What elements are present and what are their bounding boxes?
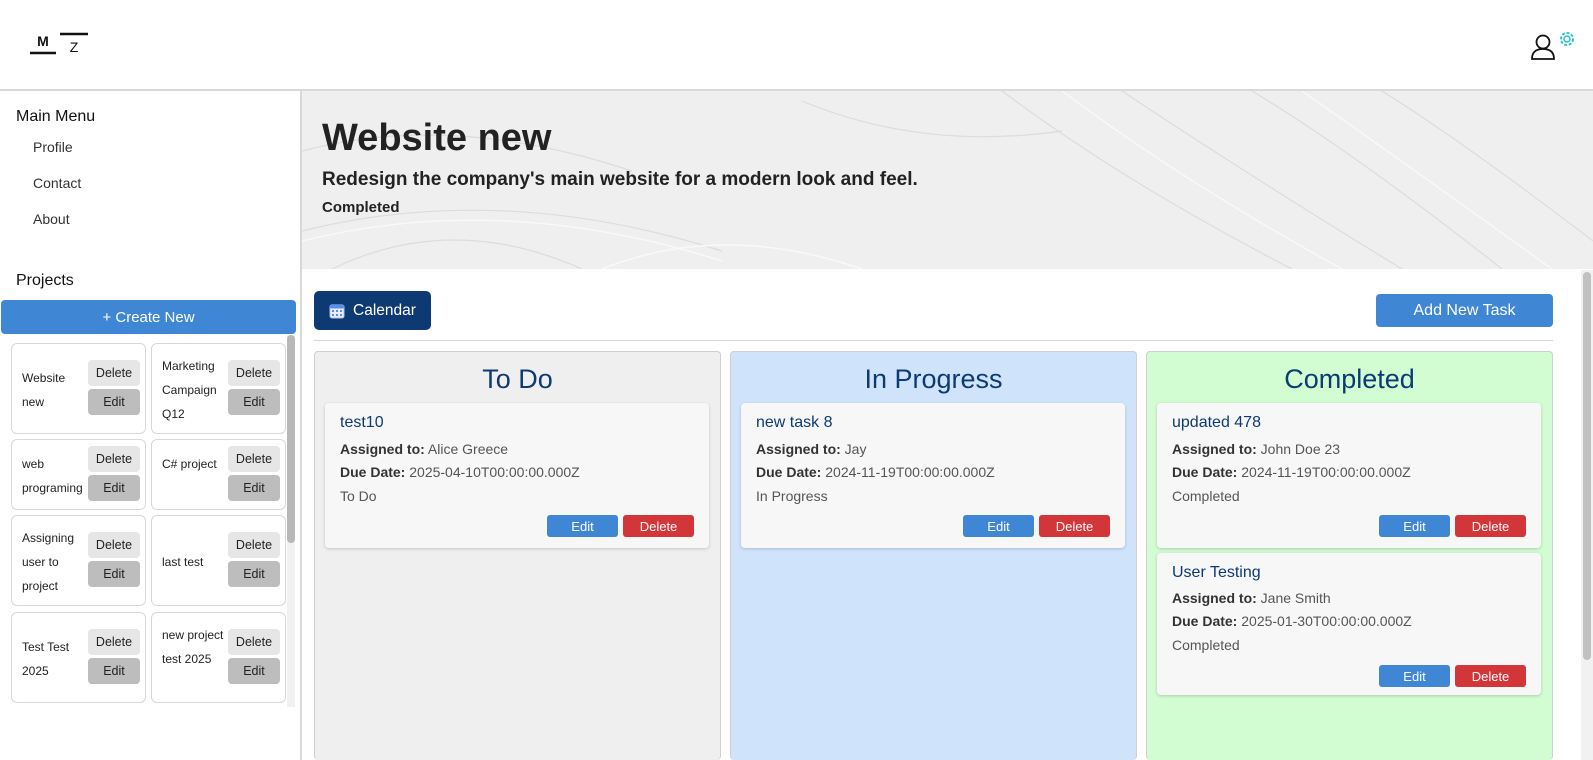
- project-name[interactable]: last test: [162, 550, 226, 574]
- task-card[interactable]: new task 8 Assigned to: Jay Due Date: 20…: [741, 403, 1125, 548]
- sidebar-scroll-thumb[interactable]: [287, 335, 295, 543]
- main-scroll-thumb[interactable]: [1583, 272, 1591, 660]
- delete-project-button[interactable]: Delete: [88, 360, 140, 386]
- task-assigned: Assigned to: Jay: [756, 441, 867, 457]
- edit-project-button[interactable]: Edit: [88, 389, 140, 415]
- column-title: In Progress: [864, 364, 1003, 394]
- user-icon[interactable]: [1531, 34, 1555, 60]
- menu-item-contact[interactable]: Contact: [33, 175, 81, 191]
- project-description: Redesign the company's main website for …: [322, 169, 918, 190]
- edit-task-button[interactable]: Edit: [963, 515, 1034, 537]
- edit-task-button[interactable]: Edit: [1379, 665, 1450, 687]
- project-card[interactable]: Test Test 2025 Delete Edit: [11, 612, 146, 703]
- svg-text:Z: Z: [70, 39, 79, 55]
- task-status: To Do: [340, 488, 377, 504]
- delete-project-button[interactable]: Delete: [228, 629, 280, 655]
- task-status: In Progress: [756, 488, 828, 504]
- edit-project-button[interactable]: Edit: [88, 658, 140, 684]
- delete-project-button[interactable]: Delete: [228, 360, 280, 386]
- project-card[interactable]: Website new Delete Edit: [11, 343, 146, 434]
- main-menu-title: Main Menu: [16, 108, 96, 125]
- delete-task-button[interactable]: Delete: [1455, 665, 1526, 687]
- delete-project-button[interactable]: Delete: [88, 446, 140, 472]
- task-card[interactable]: updated 478 Assigned to: John Doe 23 Due…: [1157, 403, 1541, 548]
- task-card[interactable]: User Testing Assigned to: Jane Smith Due…: [1157, 553, 1541, 695]
- project-card[interactable]: web programing Delete Edit: [11, 439, 146, 510]
- task-assigned: Assigned to: Jane Smith: [1172, 590, 1331, 606]
- top-bar: M Z: [0, 0, 1593, 91]
- project-card[interactable]: Assigning user to project Delete Edit: [11, 515, 146, 606]
- task-due-date: Due Date: 2025-01-30T00:00:00.000Z: [1172, 613, 1412, 629]
- project-title: Website new: [322, 117, 552, 159]
- task-title[interactable]: test10: [340, 414, 384, 432]
- project-name[interactable]: Assigning user to project: [22, 526, 86, 598]
- project-card[interactable]: Marketing Campaign Q12 Delete Edit: [151, 343, 286, 434]
- delete-task-button[interactable]: Delete: [623, 515, 694, 537]
- create-project-button[interactable]: + Create New: [1, 300, 296, 334]
- task-card[interactable]: test10 Assigned to: Alice Greece Due Dat…: [325, 403, 709, 548]
- delete-project-button[interactable]: Delete: [228, 446, 280, 472]
- task-assigned: Assigned to: Alice Greece: [340, 441, 509, 457]
- project-name[interactable]: Website new: [22, 366, 86, 414]
- task-status: Completed: [1172, 488, 1240, 504]
- project-banner: Website new Redesign the company's main …: [302, 91, 1593, 269]
- edit-task-button[interactable]: Edit: [1379, 515, 1450, 537]
- task-assigned: Assigned to: John Doe 23: [1172, 441, 1341, 457]
- column-in-progress: In Progress new task 8 Assigned to: Jay …: [730, 351, 1137, 760]
- task-due-date: Due Date: 2024-11-19T00:00:00.000Z: [756, 464, 995, 480]
- edit-task-button[interactable]: Edit: [547, 515, 618, 537]
- delete-task-button[interactable]: Delete: [1455, 515, 1526, 537]
- project-name[interactable]: web programing: [22, 452, 86, 500]
- project-name[interactable]: new project test 2025: [162, 623, 226, 671]
- edit-project-button[interactable]: Edit: [228, 389, 280, 415]
- project-list: Website new Delete Edit Marketing Campai…: [0, 337, 298, 709]
- project-name[interactable]: Marketing Campaign Q12: [162, 354, 226, 426]
- edit-project-button[interactable]: Edit: [228, 475, 280, 501]
- edit-project-button[interactable]: Edit: [88, 475, 140, 501]
- svg-text:M: M: [37, 33, 49, 49]
- menu-item-about[interactable]: About: [33, 211, 70, 227]
- edit-project-button[interactable]: Edit: [88, 561, 140, 587]
- project-status: Completed: [322, 199, 400, 216]
- project-name[interactable]: Test Test 2025: [22, 635, 86, 683]
- calendar-icon: [329, 304, 345, 318]
- menu-item-profile[interactable]: Profile: [33, 139, 73, 155]
- delete-task-button[interactable]: Delete: [1039, 515, 1110, 537]
- task-title[interactable]: User Testing: [1172, 564, 1261, 582]
- toolbar-divider: [314, 340, 1553, 341]
- app-logo[interactable]: M Z: [30, 32, 90, 56]
- project-card[interactable]: C# project Delete Edit: [151, 439, 286, 510]
- gear-icon[interactable]: [1560, 32, 1574, 46]
- delete-project-button[interactable]: Delete: [88, 532, 140, 558]
- task-status: Completed: [1172, 637, 1240, 653]
- project-card[interactable]: new project test 2025 Delete Edit: [151, 612, 286, 703]
- edit-project-button[interactable]: Edit: [228, 561, 280, 587]
- column-to-do: To Do test10 Assigned to: Alice Greece D…: [314, 351, 721, 760]
- task-due-date: Due Date: 2024-11-19T00:00:00.000Z: [1172, 464, 1411, 480]
- main-scrollbar[interactable]: [1581, 270, 1593, 760]
- project-name[interactable]: C# project: [162, 452, 226, 476]
- projects-title: Projects: [16, 272, 74, 289]
- task-title[interactable]: updated 478: [1172, 414, 1261, 432]
- delete-project-button[interactable]: Delete: [88, 629, 140, 655]
- sidebar-scrollbar[interactable]: [287, 335, 295, 707]
- column-completed: Completed updated 478 Assigned to: John …: [1146, 351, 1553, 760]
- task-title[interactable]: new task 8: [756, 414, 832, 432]
- task-due-date: Due Date: 2025-04-10T00:00:00.000Z: [340, 464, 580, 480]
- project-card[interactable]: last test Delete Edit: [151, 515, 286, 606]
- user-menu[interactable]: [1527, 28, 1579, 62]
- delete-project-button[interactable]: Delete: [228, 532, 280, 558]
- sidebar: Main Menu Profile Contact About Projects…: [0, 91, 302, 760]
- add-new-task-button[interactable]: Add New Task: [1376, 294, 1553, 327]
- edit-project-button[interactable]: Edit: [228, 658, 280, 684]
- calendar-label: Calendar: [353, 301, 416, 319]
- calendar-button[interactable]: Calendar: [314, 291, 431, 330]
- column-title: To Do: [482, 364, 553, 394]
- column-title: Completed: [1284, 364, 1415, 394]
